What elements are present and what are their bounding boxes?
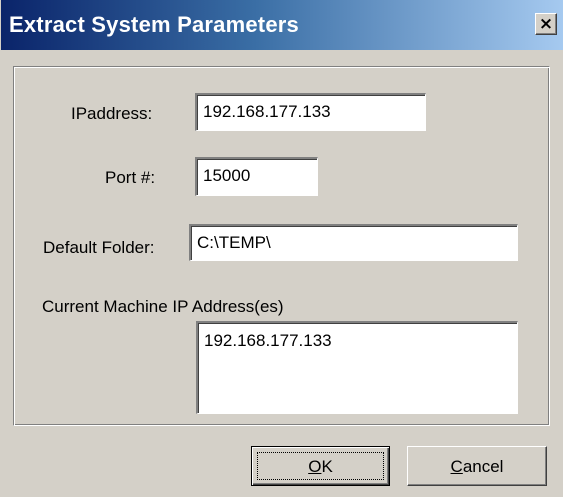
ok-button-label: OK: [308, 457, 333, 476]
ok-button[interactable]: OK: [251, 446, 390, 486]
cancel-button-label: Cancel: [450, 457, 504, 476]
default-folder-label: Default Folder:: [43, 238, 155, 257]
ip-address-label: IPaddress:: [71, 104, 153, 123]
default-folder-input[interactable]: C:\TEMP\: [189, 224, 518, 261]
title-bar[interactable]: Extract System Parameters ×: [1, 0, 563, 50]
current-ip-label: Current Machine IP Address(es): [42, 297, 284, 316]
close-icon: ×: [538, 14, 554, 34]
current-ip-list[interactable]: 192.168.177.133: [196, 321, 518, 414]
cancel-button[interactable]: Cancel: [407, 446, 547, 486]
close-button[interactable]: ×: [535, 13, 557, 35]
dialog-title: Extract System Parameters: [9, 12, 299, 37]
ip-address-input[interactable]: 192.168.177.133: [195, 93, 426, 131]
dialog-window: Extract System Parameters × IPaddress: 1…: [0, 0, 563, 497]
port-label: Port #:: [105, 168, 156, 187]
port-input[interactable]: 15000: [195, 157, 318, 196]
